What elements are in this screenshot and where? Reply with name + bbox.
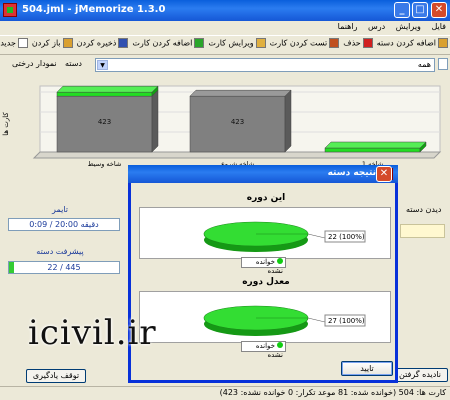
save-icon bbox=[118, 38, 129, 48]
progress-bar: 22 / 445 bbox=[8, 261, 120, 274]
chart-bar-top bbox=[189, 89, 292, 97]
toolbar-button-7[interactable]: جدید bbox=[0, 38, 28, 48]
toolbar-button-0[interactable]: اضافه کردن دسته bbox=[377, 38, 448, 48]
toolbar-button-label: جدید bbox=[0, 38, 16, 48]
chart-bar-side bbox=[284, 89, 292, 153]
filter-row: نمودار درختی دسته همه ▼ bbox=[0, 56, 450, 74]
dialog-title-bar: نتیجه دسته ✕ bbox=[128, 165, 398, 183]
pie-svg-average: 27 (100%) bbox=[203, 305, 366, 336]
section-this-session-title: این دوره bbox=[246, 193, 286, 203]
window-title: 504.jml - jMemorize 1.3.0 bbox=[22, 4, 166, 15]
tree-checkbox[interactable] bbox=[438, 58, 448, 70]
show-deck-label: دیدن دسته bbox=[406, 205, 442, 214]
watermark: icivil.ir bbox=[28, 313, 157, 353]
pie-svg-session: 22 (100%) bbox=[203, 221, 366, 252]
toolbar-button-label: باز کردن bbox=[31, 38, 61, 48]
chart-bar-side bbox=[151, 89, 159, 153]
chart-y-axis-label: کارت ها bbox=[2, 112, 10, 136]
deck-chart: کارت ها 423شاخه وسیط423شاخه شروع شاخه 1 bbox=[2, 85, 442, 168]
menu-help[interactable]: راهنما bbox=[334, 21, 362, 32]
chart-category-label: شاخه وسیط bbox=[88, 160, 122, 168]
chart-data-label: 423 bbox=[98, 118, 111, 126]
menu-edit[interactable]: ویرایش bbox=[392, 21, 425, 32]
chevron-down-icon[interactable]: ▼ bbox=[97, 60, 108, 70]
toolbar-button-2[interactable]: تست کردن کارت bbox=[270, 38, 340, 48]
chart-bar bbox=[324, 147, 421, 153]
add-category-icon bbox=[438, 38, 448, 48]
reset-icon bbox=[329, 38, 340, 48]
chart-floor bbox=[32, 151, 442, 159]
stop-learning-button[interactable]: توقف یادگیری bbox=[26, 369, 86, 383]
toolbar-button-label: ویرایش کارت bbox=[208, 38, 254, 48]
menu-lesson[interactable]: درس bbox=[364, 21, 389, 32]
menu-bar: فایل ویرایش درس راهنما bbox=[0, 21, 450, 35]
pie-leader-line bbox=[307, 233, 326, 239]
deck-select[interactable]: همه ▼ bbox=[95, 58, 435, 72]
toolbar-button-6[interactable]: باز کردن bbox=[32, 38, 73, 48]
timer-label: تایمر bbox=[52, 205, 68, 214]
legend-swatch bbox=[277, 342, 283, 348]
toolbar-button-label: حذف bbox=[343, 38, 361, 48]
chart-data-label: 423 bbox=[231, 118, 244, 126]
dialog-title: نتیجه دسته bbox=[327, 168, 376, 178]
toolbar-button-label: ذخیره کردن bbox=[76, 38, 117, 48]
minimize-button[interactable]: _ bbox=[394, 2, 410, 18]
progress-value: 22 / 445 bbox=[47, 263, 81, 272]
add-card-icon bbox=[194, 38, 205, 48]
timer-value: 0:09 / 20:00 دقیقه bbox=[8, 218, 120, 231]
legend-session: خوانده نشده bbox=[241, 257, 286, 275]
pie-label-session: 22 (100%) bbox=[328, 233, 365, 241]
toolbar-button-4[interactable]: اضافه کردن کارت bbox=[132, 38, 205, 48]
legend-average: خوانده نشده bbox=[241, 341, 286, 359]
progress-label: پیشرفت دسته bbox=[36, 247, 84, 256]
toolbar-button-5[interactable]: ذخیره کردن bbox=[77, 38, 129, 48]
toolbar-button-label: اضافه کردن دسته bbox=[376, 38, 436, 48]
chart-bar-top bbox=[324, 141, 427, 149]
status-bar: کارت ها: 504 (خوانده شده: 81 موعد تکرار:… bbox=[0, 386, 450, 400]
edit-card-icon bbox=[255, 38, 266, 48]
pie-leader-line bbox=[307, 317, 326, 323]
skip-button[interactable]: نادیده گرفتن bbox=[392, 368, 448, 382]
deck-select-value: همه bbox=[417, 60, 431, 69]
legend-swatch bbox=[277, 258, 283, 264]
toolbar-button-label: تست کردن کارت bbox=[269, 38, 328, 48]
ok-button[interactable]: تایید bbox=[341, 361, 393, 376]
tree-view-toggle[interactable]: نمودار درختی bbox=[12, 59, 57, 68]
maximize-button[interactable]: □ bbox=[412, 2, 428, 18]
toolbar-button-label: اضافه کردن کارت bbox=[132, 38, 193, 48]
open-icon bbox=[62, 38, 73, 48]
section-average-title: معدل دوره bbox=[242, 277, 290, 287]
deck-result-dialog: نتیجه دسته ✕ این دوره 22 (100%) خوانده ن… bbox=[128, 165, 398, 383]
menu-file[interactable]: فایل bbox=[427, 21, 450, 32]
close-button[interactable]: ✕ bbox=[431, 2, 447, 18]
toolbar-button-1[interactable]: حذف bbox=[343, 38, 373, 48]
app-icon bbox=[3, 3, 17, 17]
chart-panel: کارت ها 423 شاخه وسیط 423 شاخه شروع شاخه 1 bbox=[0, 74, 450, 174]
toolbar: اضافه کردن دسته حذف تست کردن کارت ویرایش کا… bbox=[0, 35, 450, 55]
progress-fill bbox=[9, 262, 15, 273]
chart-bar-top bbox=[56, 85, 159, 93]
learn-panel: تایمر 0:09 / 20:00 دقیقه پیشرفت دسته 22 … bbox=[0, 185, 125, 385]
dialog-close-button[interactable]: ✕ bbox=[376, 166, 392, 182]
pie-chart-session: 22 (100%) bbox=[139, 207, 391, 259]
pie-chart-average: 27 (100%) bbox=[139, 291, 391, 343]
new-icon bbox=[17, 38, 28, 48]
deck-label: دسته bbox=[65, 59, 82, 68]
card-field bbox=[400, 224, 445, 238]
pie-label-average: 27 (100%) bbox=[328, 317, 365, 325]
title-bar: 504.jml - jMemorize 1.3.0 _ □ ✕ bbox=[0, 0, 450, 21]
delete-icon bbox=[362, 38, 373, 48]
toolbar-button-3[interactable]: ویرایش کارت bbox=[208, 38, 266, 48]
chart-bar bbox=[56, 91, 153, 97]
